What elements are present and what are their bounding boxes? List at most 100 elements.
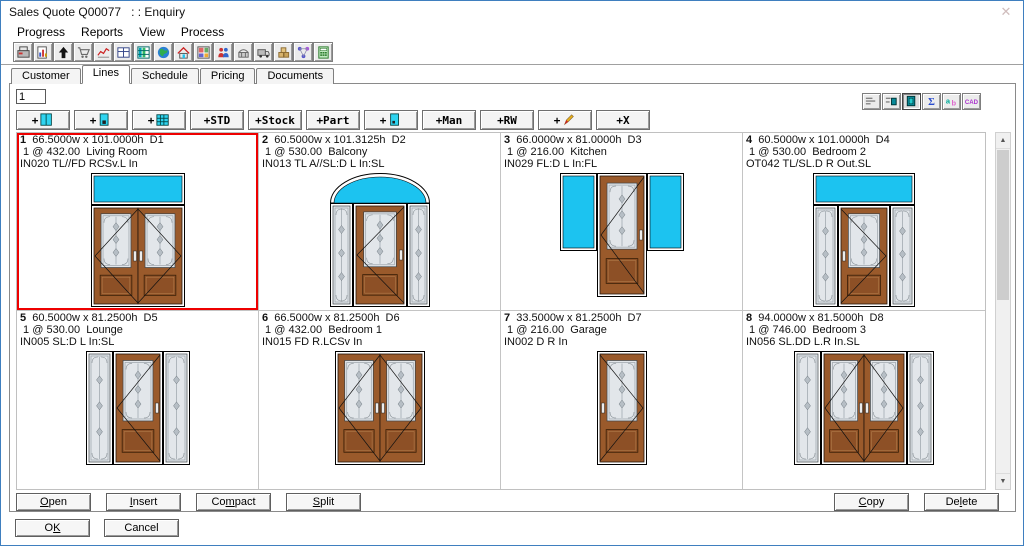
add-rw-button[interactable]: +RW: [480, 110, 534, 130]
line-drawing: [504, 351, 739, 465]
thumb-view-icon: [904, 94, 919, 109]
view-list-thumb-button[interactable]: [882, 93, 901, 110]
view-cad-button[interactable]: CAD: [962, 93, 981, 110]
open-button[interactable]: Open: [16, 493, 91, 511]
view-toolbar: ΣabCAD: [862, 93, 981, 110]
toolbar-network-icon[interactable]: [293, 42, 313, 62]
line-spec-text: IN020 TL//FD RCSv.L In: [20, 158, 255, 170]
toolbar-design-icon[interactable]: [193, 42, 213, 62]
view-thumbnail-button[interactable]: [902, 93, 921, 110]
line-drawing: [262, 351, 497, 465]
line-spec-text: IN005 SL:D L In:SL: [20, 336, 255, 348]
line-spec-text: IN013 TL A//SL:D L In:SL: [262, 158, 497, 170]
split-button[interactable]: Split: [286, 493, 361, 511]
toolbar-calculator-icon[interactable]: [313, 42, 333, 62]
toolbar-people-icon[interactable]: [213, 42, 233, 62]
line-qty-room-text: 1 @ 432.00 Living Room: [20, 146, 255, 158]
tab-documents[interactable]: Documents: [256, 68, 334, 84]
line-spec-text: IN002 D R In: [504, 336, 739, 348]
view-codes-button[interactable]: ab: [942, 93, 961, 110]
pen-icon: [562, 113, 576, 127]
add-custom-button[interactable]: +: [538, 110, 592, 130]
line-cell-2[interactable]: 2 60.5000w x 101.3125h D2 1 @ 530.00 Bal…: [259, 133, 501, 311]
menu-progress[interactable]: Progress: [9, 24, 73, 40]
add-stock-button[interactable]: +Stock: [248, 110, 302, 130]
scrollbar-thumb[interactable]: [997, 150, 1009, 300]
doc-icon: [388, 113, 402, 127]
toolbar-home-icon[interactable]: [173, 42, 193, 62]
line-size-text: 3 66.0000w x 81.0000h D3: [504, 134, 739, 146]
tab-schedule[interactable]: Schedule: [131, 68, 199, 84]
add-button-label: +Stock: [255, 114, 295, 127]
close-icon[interactable]: ✕: [992, 2, 1020, 21]
add-window-button[interactable]: +: [74, 110, 128, 130]
add-frame-button[interactable]: +: [132, 110, 186, 130]
toolbar-trend-icon[interactable]: [93, 42, 113, 62]
view-list-button[interactable]: [862, 93, 881, 110]
unit-drawing: [597, 351, 647, 465]
add-button-label: +Part: [316, 114, 349, 127]
scroll-down-icon[interactable]: ▼: [996, 473, 1010, 489]
line-qty-room-text: 1 @ 746.00 Bedroom 3: [746, 324, 982, 336]
add-doc-button[interactable]: +: [364, 110, 418, 130]
line-drawing: [504, 173, 739, 297]
tab-customer[interactable]: Customer: [11, 68, 81, 84]
toolbar-van-icon[interactable]: [253, 42, 273, 62]
menu-reports[interactable]: Reports: [73, 24, 131, 40]
toolbar-report-chart-icon[interactable]: [33, 42, 53, 62]
line-size-text: 7 33.5000w x 81.2500h D7: [504, 312, 739, 324]
toolbar-cart-icon[interactable]: [73, 42, 93, 62]
ok-button[interactable]: OK: [15, 519, 90, 537]
add-button-label: +RW: [497, 114, 517, 127]
menu-view[interactable]: View: [131, 24, 173, 40]
toolbar-till-icon[interactable]: [13, 42, 33, 62]
add-x-button[interactable]: +X: [596, 110, 650, 130]
copy-button[interactable]: Copy: [834, 493, 909, 511]
toolbar-factory-icon[interactable]: [233, 42, 253, 62]
line-cell-5[interactable]: 5 60.5000w x 81.2500h D5 1 @ 530.00 Loun…: [17, 311, 259, 489]
add-button-row: ++++STD+Stock+Part++Man+RW++X: [16, 110, 650, 130]
unit-drawing: [794, 351, 934, 465]
line-cell-3[interactable]: 3 66.0000w x 81.0000h D3 1 @ 216.00 Kitc…: [501, 133, 743, 311]
line-cell-4[interactable]: 4 60.5000w x 101.0000h D4 1 @ 530.00 Bed…: [743, 133, 985, 311]
tab-pricing[interactable]: Pricing: [200, 68, 256, 84]
unit-drawing: [330, 173, 430, 307]
add-man-button[interactable]: +Man: [422, 110, 476, 130]
line-drawing: [20, 173, 255, 307]
line-cell-6[interactable]: 6 66.5000w x 81.2500h D6 1 @ 432.00 Bedr…: [259, 311, 501, 489]
add-button-label: +STD: [204, 114, 231, 127]
line-drawing: [20, 351, 255, 465]
menu-process[interactable]: Process: [173, 24, 232, 40]
add-door-button[interactable]: +: [16, 110, 70, 130]
compact-button[interactable]: Compact: [196, 493, 271, 511]
lines-grid: 1 66.5000w x 101.0000h D1 1 @ 432.00 Liv…: [16, 132, 986, 490]
toolbar-grid-icon[interactable]: [133, 42, 153, 62]
line-number-input[interactable]: [16, 89, 46, 104]
line-qty-room-text: 1 @ 530.00 Bedroom 2: [746, 146, 982, 158]
line-size-text: 1 66.5000w x 101.0000h D1: [20, 134, 255, 146]
insert-button[interactable]: Insert: [106, 493, 181, 511]
svg-text:Σ: Σ: [928, 97, 935, 108]
line-cell-1[interactable]: 1 66.5000w x 101.0000h D1 1 @ 432.00 Liv…: [17, 133, 259, 311]
line-cell-7[interactable]: 7 33.5000w x 81.2500h D7 1 @ 216.00 Gara…: [501, 311, 743, 489]
frame-icon: [156, 113, 170, 127]
add-part-button[interactable]: +Part: [306, 110, 360, 130]
add-button-label: +: [148, 114, 155, 127]
menu-bar: ProgressReportsViewProcess: [1, 23, 1023, 41]
unit-drawing: [560, 173, 684, 297]
grid-scrollbar[interactable]: ▲ ▼: [995, 132, 1011, 490]
tab-lines[interactable]: Lines: [82, 65, 130, 84]
scroll-up-icon[interactable]: ▲: [996, 133, 1010, 149]
line-cell-8[interactable]: 8 94.0000w x 81.5000h D8 1 @ 746.00 Bedr…: [743, 311, 985, 489]
toolbar-up-arrow-icon[interactable]: [53, 42, 73, 62]
toolbar-table-icon[interactable]: [113, 42, 133, 62]
toolbar-stock-icon[interactable]: [273, 42, 293, 62]
dialog-actions: OK Cancel: [15, 519, 179, 537]
delete-button[interactable]: Delete: [924, 493, 999, 511]
toolbar-globe-icon[interactable]: [153, 42, 173, 62]
tab-strip: CustomerLinesSchedulePricingDocuments: [11, 65, 335, 84]
view-totals-button[interactable]: Σ: [922, 93, 941, 110]
add-button-label: +X: [616, 114, 629, 127]
add-std-button[interactable]: +STD: [190, 110, 244, 130]
cancel-button[interactable]: Cancel: [104, 519, 179, 537]
